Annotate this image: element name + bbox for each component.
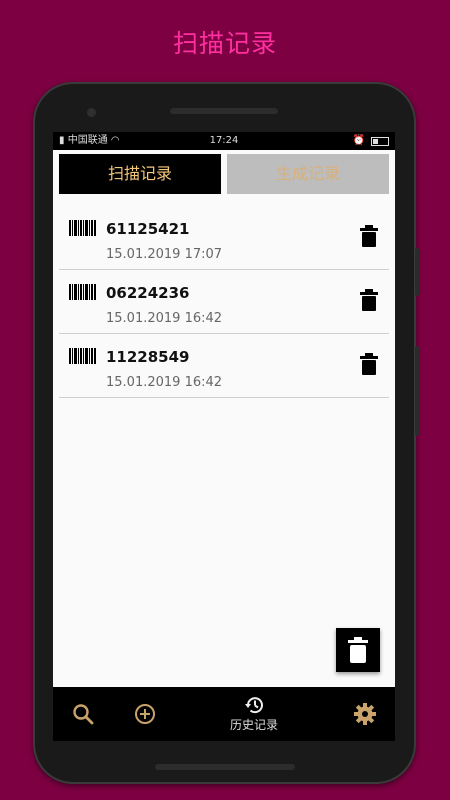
list-item[interactable]: 11228549 15.01.2019 16:42	[59, 335, 389, 398]
bottom-speaker	[155, 764, 295, 770]
search-icon	[73, 704, 94, 725]
history-icon	[245, 697, 263, 714]
trash-icon[interactable]	[359, 225, 379, 247]
alarm-icon: ⏰	[352, 135, 365, 146]
record-code: 61125421	[106, 220, 190, 238]
record-date: 15.01.2019 16:42	[106, 375, 223, 390]
record-date: 15.01.2019 17:07	[106, 247, 223, 262]
power-button	[415, 346, 419, 436]
record-code: 11228549	[106, 348, 190, 366]
add-circle-icon	[135, 704, 155, 724]
nav-history-button[interactable]: 历史记录	[219, 687, 289, 741]
record-list: 61125421 15.01.2019 17:07 06224236 15.01…	[59, 207, 389, 399]
record-date: 15.01.2019 16:42	[106, 311, 223, 326]
trash-icon[interactable]	[359, 289, 379, 311]
page-headline: 扫描记录	[172, 29, 277, 58]
barcode-icon	[69, 348, 96, 364]
battery-icon	[371, 136, 389, 146]
nav-create-button[interactable]	[129, 687, 161, 741]
bottom-navigation: 历史记录	[53, 687, 395, 741]
status-bar: ▮ 中国联通 ◠ 17:24 ⏰	[53, 132, 395, 150]
list-item[interactable]: 06224236 15.01.2019 16:42	[59, 271, 389, 334]
front-camera	[87, 108, 96, 117]
trash-icon	[348, 637, 368, 663]
barcode-icon	[69, 220, 96, 236]
nav-search-button[interactable]	[67, 687, 99, 741]
earpiece	[170, 108, 278, 114]
nav-history-label: 历史记录	[229, 718, 278, 732]
trash-icon[interactable]	[359, 353, 379, 375]
status-time: 17:24	[209, 135, 239, 146]
list-item[interactable]: 61125421 15.01.2019 17:07	[59, 207, 389, 270]
nav-settings-button[interactable]	[349, 687, 381, 741]
delete-all-button[interactable]	[336, 628, 380, 672]
app-screen: ▮ 中国联通 ◠ 17:24 ⏰ 扫描记录 生成记录 61125421 15.0…	[53, 132, 395, 741]
volume-button	[415, 248, 419, 296]
record-code: 06224236	[106, 284, 190, 302]
barcode-icon	[69, 284, 96, 300]
gear-icon	[354, 703, 376, 725]
tab-scan-history[interactable]: 扫描记录	[59, 154, 221, 194]
tab-generated-history[interactable]: 生成记录	[227, 154, 389, 194]
